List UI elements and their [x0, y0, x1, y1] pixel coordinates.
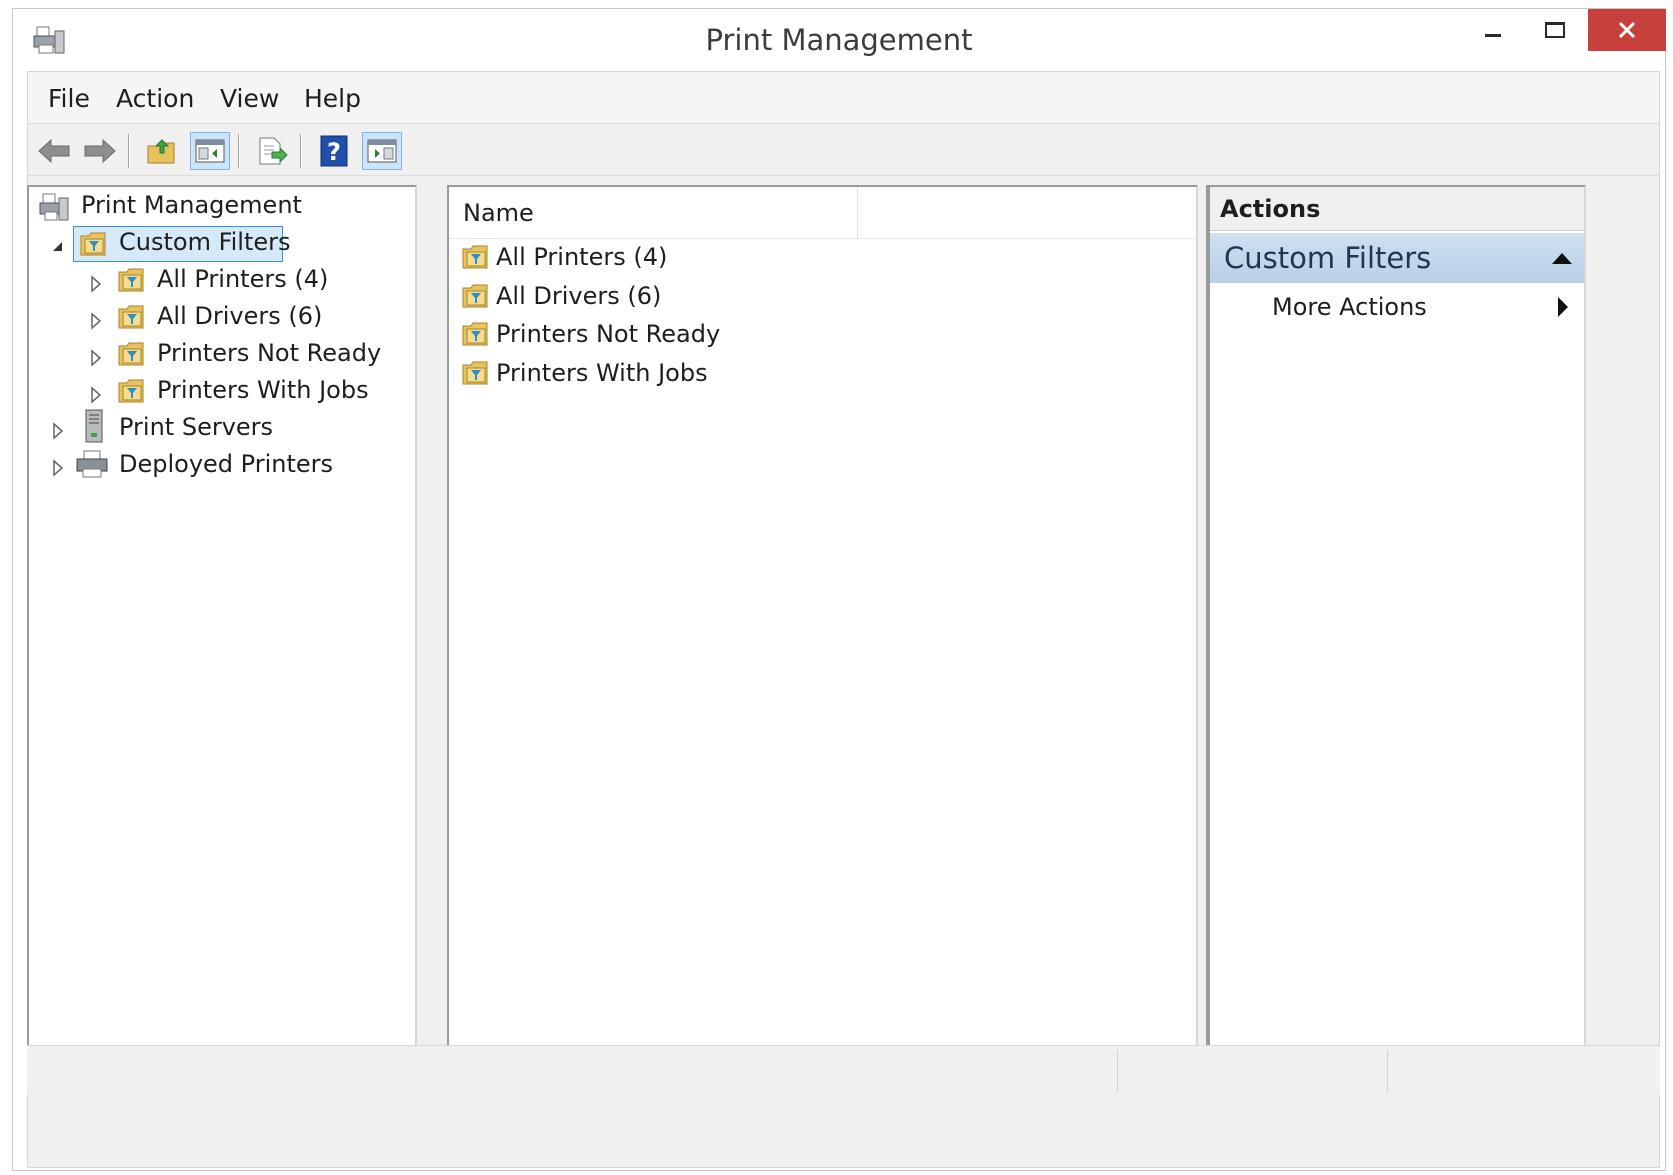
forward-arrow-icon — [84, 138, 116, 164]
menu-view[interactable]: View — [220, 84, 279, 113]
print-management-window: Print Management File Action View Help ?… — [12, 8, 1666, 1171]
filter-folder-icon — [462, 361, 488, 385]
menu-help[interactable]: Help — [304, 84, 361, 113]
collapse-arrow-icon[interactable] — [51, 237, 65, 255]
actions-pane: Actions Custom Filters More Actions — [1206, 185, 1586, 1053]
submenu-arrow-icon — [1558, 297, 1568, 317]
title-bar[interactable]: Print Management — [13, 9, 1666, 71]
filter-folder-icon — [118, 268, 144, 292]
expand-arrow-icon[interactable] — [89, 349, 103, 367]
list-item[interactable]: All Printers (4) — [496, 243, 667, 271]
tree-item-print-management[interactable]: Print Management — [81, 191, 302, 219]
status-divider — [1117, 1050, 1118, 1092]
filter-folder-icon — [118, 305, 144, 329]
close-button[interactable] — [1588, 9, 1666, 51]
actions-section-custom-filters[interactable]: Custom Filters — [1210, 233, 1584, 283]
filter-folder-icon — [462, 245, 488, 269]
toolbar-separator — [300, 134, 302, 168]
svg-text:?: ? — [327, 138, 341, 166]
menu-file[interactable]: File — [48, 84, 90, 113]
list-item[interactable]: Printers With Jobs — [496, 359, 708, 387]
toolbar-separator — [238, 134, 240, 168]
print-management-icon — [39, 193, 69, 221]
column-divider[interactable] — [857, 187, 858, 239]
help-icon: ? — [320, 135, 348, 167]
expand-arrow-icon[interactable] — [51, 422, 65, 440]
up-one-level-button[interactable] — [142, 132, 182, 170]
filter-folder-icon — [118, 342, 144, 366]
tree-item-deployed-printers[interactable]: Deployed Printers — [119, 450, 333, 478]
show-hide-action-pane-button[interactable] — [362, 132, 402, 170]
filter-folder-icon — [118, 379, 144, 403]
export-list-button[interactable] — [252, 132, 292, 170]
minimize-icon — [1485, 33, 1501, 37]
minimize-button[interactable] — [1463, 9, 1523, 51]
up-folder-icon — [147, 139, 175, 164]
list-item[interactable]: All Drivers (6) — [496, 282, 661, 310]
console-tree[interactable]: Print Management Custom Filters All Prin… — [27, 185, 417, 1053]
close-icon — [1618, 21, 1636, 39]
actions-header: Actions — [1210, 187, 1584, 231]
actions-title: Actions — [1220, 195, 1321, 223]
export-list-icon — [259, 137, 288, 165]
list-item[interactable]: Printers Not Ready — [496, 320, 720, 348]
tree-item-printers-with-jobs[interactable]: Printers With Jobs — [157, 376, 369, 404]
server-icon — [85, 409, 103, 443]
status-bar — [27, 1045, 1660, 1095]
actions-section-label: Custom Filters — [1224, 241, 1432, 275]
toolbar: ? — [28, 124, 1659, 176]
show-hide-console-tree-button[interactable] — [190, 132, 230, 170]
printer-icon — [76, 450, 108, 478]
column-header-name[interactable]: Name — [463, 199, 534, 227]
filter-folder-icon — [462, 284, 488, 308]
expand-arrow-icon[interactable] — [51, 459, 65, 477]
tree-item-custom-filters[interactable]: Custom Filters — [119, 228, 291, 256]
menu-bar: File Action View Help — [28, 72, 1659, 124]
result-list[interactable]: Name All Printers (4) All Drivers (6) Pr… — [447, 185, 1198, 1053]
filter-folder-icon — [80, 232, 106, 256]
show-hide-console-tree-icon — [195, 139, 225, 163]
back-button[interactable] — [34, 132, 74, 170]
status-divider — [1387, 1050, 1388, 1092]
back-arrow-icon — [38, 138, 70, 164]
expand-arrow-icon[interactable] — [89, 386, 103, 404]
window-title: Print Management — [705, 23, 973, 57]
filter-folder-icon — [462, 322, 488, 346]
collapse-up-arrow-icon[interactable] — [1552, 253, 1572, 264]
maximize-button[interactable] — [1525, 9, 1585, 51]
more-actions-item[interactable]: More Actions — [1272, 293, 1427, 321]
expand-arrow-icon[interactable] — [89, 275, 103, 293]
tree-item-all-printers[interactable]: All Printers (4) — [157, 265, 328, 293]
expand-arrow-icon[interactable] — [89, 312, 103, 330]
list-header: Name — [449, 187, 1196, 239]
show-hide-action-pane-icon — [367, 139, 397, 163]
menu-action[interactable]: Action — [116, 84, 194, 113]
tree-item-print-servers[interactable]: Print Servers — [119, 413, 273, 441]
maximize-icon — [1545, 22, 1565, 38]
toolbar-separator — [128, 134, 130, 168]
tree-item-all-drivers[interactable]: All Drivers (6) — [157, 302, 322, 330]
help-button[interactable]: ? — [314, 132, 354, 170]
forward-button[interactable] — [80, 132, 120, 170]
tree-item-printers-not-ready[interactable]: Printers Not Ready — [157, 339, 381, 367]
